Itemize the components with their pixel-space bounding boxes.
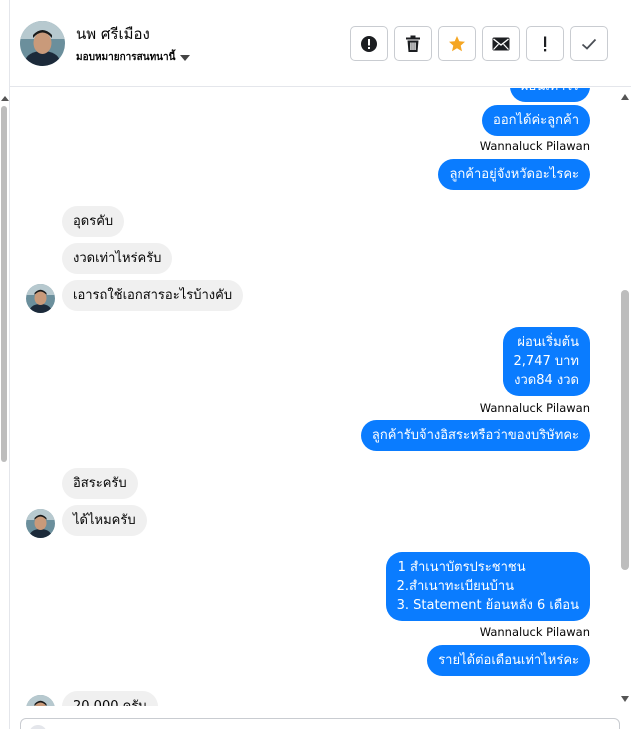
left-scrollbar-thumb[interactable] bbox=[1, 106, 7, 462]
trash-icon bbox=[406, 35, 420, 52]
messenger-conversation-window: นพ ศรีเมือง มอบหมายการสนทนานี้ ออกได้ค่ะ… bbox=[0, 0, 631, 729]
caret-down-icon bbox=[180, 54, 191, 61]
alert-circle-icon bbox=[361, 35, 377, 52]
contact-avatar-small[interactable] bbox=[26, 509, 55, 538]
incoming-message[interactable]: งวดเท่าไหร่ครับ bbox=[62, 243, 173, 274]
outgoing-message[interactable]: รายได้ต่อเดือนเท่าไหร่คะ bbox=[427, 645, 590, 676]
message-composer[interactable] bbox=[20, 718, 620, 729]
message-line: 2,747 บาท bbox=[513, 354, 579, 369]
scroll-up-arrow-icon[interactable] bbox=[621, 94, 629, 100]
outgoing-message[interactable]: ลูกค้ารับจ้างอิสระหรือว่าของบริษัทคะ bbox=[360, 420, 590, 451]
sender-name: Wannaluck Pilawan bbox=[479, 401, 590, 415]
star-button[interactable] bbox=[438, 26, 476, 61]
thread-scrollbar[interactable] bbox=[619, 88, 631, 706]
envelope-icon bbox=[492, 37, 510, 50]
delete-button[interactable] bbox=[394, 26, 432, 61]
star-icon bbox=[449, 35, 465, 51]
message-line: ผ่อนเริ่มต้น bbox=[517, 335, 579, 350]
contact-avatar-small[interactable] bbox=[26, 284, 55, 313]
incoming-message[interactable]: 20,000 ครับ bbox=[62, 691, 158, 706]
thread-scrollbar-thumb[interactable] bbox=[621, 290, 629, 570]
incoming-message[interactable]: ได้ไหมครับ bbox=[62, 505, 147, 536]
incoming-message[interactable]: อุดรคับ bbox=[62, 206, 125, 237]
report-button[interactable] bbox=[350, 26, 388, 61]
outgoing-message[interactable]: ผ่อนเริ่มต้น 2,747 บาท งวด84 งวด bbox=[502, 327, 590, 396]
outgoing-message[interactable]: 1 สำเนาบัตรประชาชน 2.สำเนาทะเบียนบ้าน 3.… bbox=[385, 552, 590, 621]
exclamation-icon bbox=[544, 36, 547, 51]
left-panel-scrollbar[interactable] bbox=[0, 0, 10, 729]
outgoing-message[interactable]: ออกได้ค่ะลูกค้า bbox=[482, 105, 590, 136]
message-thread[interactable]: ผ่อนเท่าไร ออกได้ค่ะลูกค้า Wannaluck Pil… bbox=[10, 88, 619, 706]
assign-conversation-dropdown[interactable]: มอบหมายการสนทนานี้ bbox=[76, 50, 191, 65]
message-line: 1 สำเนาบัตรประชาชน bbox=[397, 560, 526, 575]
message-line: 3. Statement ย้อนหลัง 6 เดือน bbox=[396, 598, 579, 613]
message-line: 2.สำเนาทะเบียนบ้าน bbox=[396, 579, 515, 594]
assign-conversation-label: มอบหมายการสนทนานี้ bbox=[76, 52, 176, 63]
important-button[interactable] bbox=[526, 26, 564, 61]
incoming-message[interactable]: อิสระครับ bbox=[62, 468, 138, 499]
left-scroll-up-arrow-icon[interactable] bbox=[1, 96, 9, 101]
sender-name: Wannaluck Pilawan bbox=[479, 139, 590, 153]
contact-avatar[interactable] bbox=[20, 21, 65, 66]
message-line: งวด84 งวด bbox=[514, 373, 579, 388]
incoming-message[interactable]: เอารถใช้เอกสารอะไรบ้างคับ bbox=[62, 280, 244, 311]
check-icon bbox=[581, 38, 597, 50]
outgoing-message[interactable]: ลูกค้าอยู่จังหวัดอะไรคะ bbox=[438, 159, 590, 190]
contact-name[interactable]: นพ ศรีเมือง bbox=[76, 22, 150, 46]
conversation-toolbar bbox=[350, 26, 608, 61]
sender-name: Wannaluck Pilawan bbox=[479, 625, 590, 639]
scroll-down-arrow-icon[interactable] bbox=[621, 696, 629, 702]
done-button[interactable] bbox=[570, 26, 608, 61]
composer-avatar-icon bbox=[29, 725, 47, 729]
mark-unread-button[interactable] bbox=[482, 26, 520, 61]
conversation-header: นพ ศรีเมือง มอบหมายการสนทนานี้ bbox=[10, 0, 631, 87]
contact-avatar-small[interactable] bbox=[26, 695, 55, 706]
outgoing-message[interactable]: ผ่อนเท่าไร bbox=[509, 88, 590, 102]
